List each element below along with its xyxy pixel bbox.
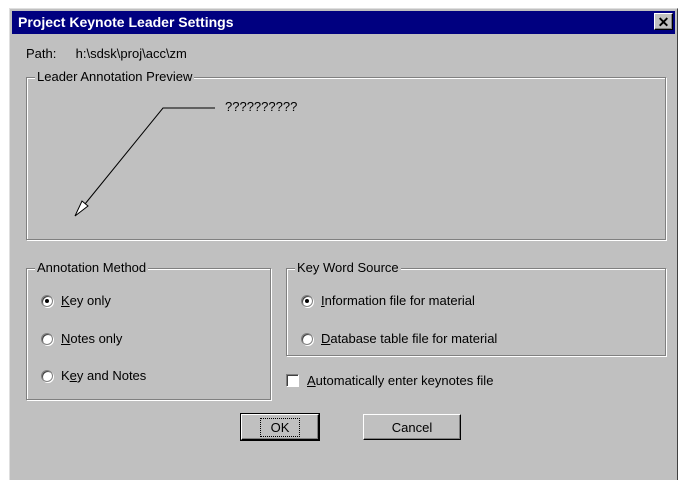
ok-button[interactable]: OK	[240, 413, 320, 441]
path-value: h:\sdsk\proj\acc\zm	[75, 46, 187, 61]
radio-button-icon[interactable]	[41, 332, 53, 345]
checkbox-icon[interactable]	[286, 374, 299, 387]
close-button[interactable]: ✕	[654, 13, 673, 30]
radio-button-icon[interactable]	[301, 294, 313, 307]
leader-preview-group: Leader Annotation Preview ??????????	[26, 69, 666, 240]
settings-dialog: Project Keynote Leader Settings ✕ Path: …	[9, 8, 678, 480]
title-bar[interactable]: Project Keynote Leader Settings ✕	[12, 11, 675, 34]
cancel-button-label: Cancel	[391, 419, 433, 435]
cancel-button[interactable]: Cancel	[363, 414, 461, 440]
radio-label: Information file for material	[321, 293, 475, 308]
radio-key-only[interactable]: Key only	[41, 293, 111, 308]
radio-key-and-notes[interactable]: Key and Notes	[41, 368, 146, 383]
radio-label: Key and Notes	[61, 368, 147, 383]
radio-information-file[interactable]: Information file for material	[301, 293, 475, 308]
key-word-source-group: Key Word Source Information file for mat…	[286, 260, 666, 356]
key-word-source-legend: Key Word Source	[295, 260, 401, 275]
radio-button-icon[interactable]	[41, 369, 53, 382]
ok-button-label: OK	[259, 417, 301, 437]
radio-label: Notes only	[61, 331, 123, 346]
radio-label: Database table file for material	[321, 331, 498, 346]
annotation-method-legend: Annotation Method	[35, 260, 149, 275]
annotation-method-group: Annotation Method Key only Notes only Ke…	[26, 260, 271, 400]
radio-button-icon[interactable]	[301, 332, 313, 345]
auto-enter-keynotes-checkbox[interactable]: Automatically enter keynotes file	[286, 373, 493, 388]
radio-notes-only[interactable]: Notes only	[41, 331, 122, 346]
radio-database-table-file[interactable]: Database table file for material	[301, 331, 497, 346]
radio-button-icon[interactable]	[41, 294, 53, 307]
checkbox-label: Automatically enter keynotes file	[307, 373, 494, 388]
path-row: Path: h:\sdsk\proj\acc\zm	[26, 46, 187, 61]
dialog-title: Project Keynote Leader Settings	[18, 14, 234, 30]
radio-label: Key only	[61, 293, 111, 308]
path-label: Path:	[26, 46, 57, 61]
close-icon: ✕	[657, 13, 670, 30]
leader-sample-text: ??????????	[225, 99, 298, 114]
